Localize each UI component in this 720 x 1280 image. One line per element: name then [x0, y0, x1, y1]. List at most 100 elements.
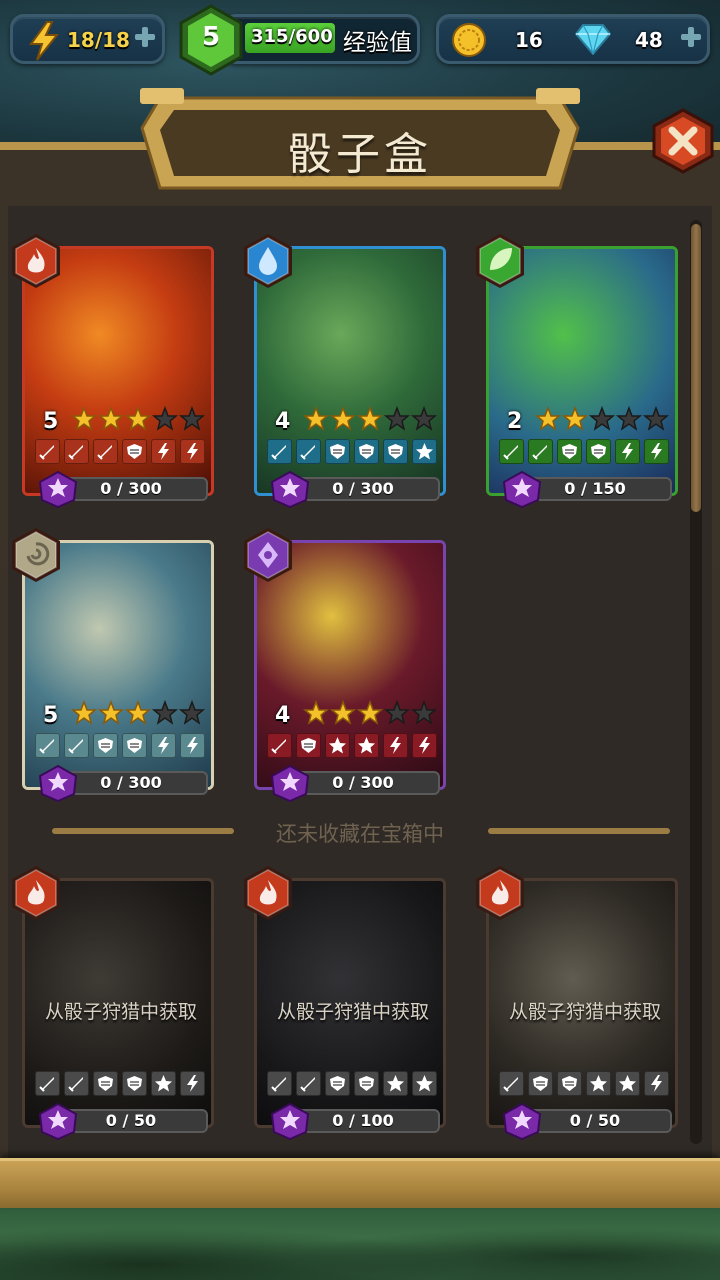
sword-face-icon: [503, 445, 518, 460]
bolt-face-icon: [651, 443, 662, 460]
shard-progress: 0 / 150: [502, 470, 672, 508]
shield-face-icon: [330, 444, 345, 459]
dice-face: [35, 439, 60, 464]
progress-value: 0 / 300: [332, 773, 394, 792]
star-face-icon: [416, 1075, 433, 1092]
filled-star-icon: [97, 405, 125, 431]
filled-star-icon: [561, 405, 589, 431]
empty-star-icon: [588, 405, 616, 431]
dice-card[interactable]: 5 0 / 300: [12, 528, 214, 802]
dice-face: [180, 733, 205, 758]
shield-face-icon: [388, 444, 403, 459]
dice-face: [325, 1071, 350, 1096]
dice-card[interactable]: 4 0 / 300: [244, 234, 446, 508]
currency-counter[interactable]: 16 48: [436, 14, 710, 64]
star-rating: [302, 699, 438, 725]
filled-star-icon: [124, 405, 152, 431]
dice-card[interactable]: 2 0 / 150: [476, 234, 678, 508]
star-rating: [70, 699, 206, 725]
wind-swirl-icon: [12, 528, 60, 582]
sword-face-icon: [271, 739, 286, 754]
xp-label: 经验值: [343, 30, 412, 56]
filled-star-icon: [329, 405, 357, 431]
locked-dice-card[interactable]: 从骰子狩猎中获取 0 / 50: [12, 866, 214, 1140]
dice-face: [122, 439, 147, 464]
dice-face: [383, 733, 408, 758]
dice-card[interactable]: 5 0 / 300: [12, 234, 214, 508]
sword-face-icon: [68, 739, 83, 754]
star-face-icon: [329, 737, 346, 754]
progress-value: 0 / 150: [564, 479, 626, 498]
scrollbar[interactable]: [690, 220, 702, 1144]
star-face-icon: [358, 737, 375, 754]
obtain-hint: 从骰子狩猎中获取: [44, 1001, 197, 1023]
progress-value: 0 / 300: [100, 773, 162, 792]
add-energy-plus-icon[interactable]: [133, 25, 157, 49]
sword-face-icon: [271, 445, 286, 460]
sword-face-icon: [68, 1077, 83, 1092]
dice-face: [64, 733, 89, 758]
filled-star-icon: [302, 405, 330, 431]
locked-dice-card[interactable]: 从骰子狩猎中获取 0 / 50: [476, 866, 678, 1140]
sword-face-icon: [39, 445, 54, 460]
arcane-icon: [244, 528, 292, 582]
coin-icon: [452, 23, 486, 57]
close-button[interactable]: [650, 108, 716, 174]
shard-progress: 0 / 300: [38, 764, 208, 802]
dice-face: [354, 439, 379, 464]
sword-face-icon: [271, 1077, 286, 1092]
empty-star-icon: [151, 405, 179, 431]
card-level: 4: [275, 703, 291, 728]
sword-face-icon: [39, 1077, 54, 1092]
dice-face: [557, 439, 582, 464]
dice-face: [499, 439, 524, 464]
dice-face: [586, 1071, 611, 1096]
dice-card[interactable]: 4 0 / 300: [244, 528, 446, 802]
dice-face: [93, 1071, 118, 1096]
forest-background: [0, 1200, 720, 1280]
shield-face-icon: [330, 1076, 345, 1091]
progress-value: 0 / 100: [332, 1111, 394, 1130]
shield-face-icon: [127, 738, 142, 753]
sword-face-icon: [503, 1077, 518, 1092]
locked-dice-card[interactable]: 从骰子狩猎中获取 0 / 100: [244, 866, 446, 1140]
empty-star-icon: [151, 699, 179, 725]
shard-progress: 0 / 300: [270, 470, 440, 508]
sword-face-icon: [532, 445, 547, 460]
shard-progress: 0 / 50: [502, 1102, 672, 1140]
dice-face: [122, 1071, 147, 1096]
shield-face-icon: [301, 738, 316, 753]
bolt-face-icon: [187, 737, 198, 754]
card-level: 5: [43, 409, 59, 434]
coin-value: 16: [515, 28, 543, 52]
empty-star-icon: [410, 699, 438, 725]
dice-face: [412, 1071, 437, 1096]
close-icon: [652, 108, 714, 174]
dice-face: [644, 439, 669, 464]
empty-star-icon: [178, 405, 206, 431]
dice-face: [180, 1071, 205, 1096]
obtain-hint: 从骰子狩猎中获取: [508, 1001, 661, 1023]
bolt-face-icon: [622, 443, 633, 460]
bottom-frame: [0, 1158, 720, 1208]
star-face-icon: [590, 1075, 607, 1092]
shard-progress: 0 / 100: [270, 1102, 440, 1140]
scroll-thumb[interactable]: [691, 224, 701, 512]
empty-star-icon: [642, 405, 670, 431]
dice-face: [644, 1071, 669, 1096]
energy-value: 18/18: [67, 28, 130, 52]
fire-icon: [476, 866, 524, 920]
star-rating: [534, 405, 670, 431]
star-face-icon: [416, 443, 433, 460]
empty-star-icon: [178, 699, 206, 725]
dice-face: [35, 1071, 60, 1096]
add-gems-plus-icon[interactable]: [679, 25, 703, 49]
energy-counter[interactable]: 18/18: [10, 14, 165, 64]
dice-face: [354, 1071, 379, 1096]
sword-face-icon: [68, 445, 83, 460]
page-title: 骰子盒: [288, 129, 432, 180]
shield-face-icon: [562, 1076, 577, 1091]
player-level-value: 5: [201, 22, 221, 52]
shield-face-icon: [591, 444, 606, 459]
star-rating: [302, 405, 438, 431]
